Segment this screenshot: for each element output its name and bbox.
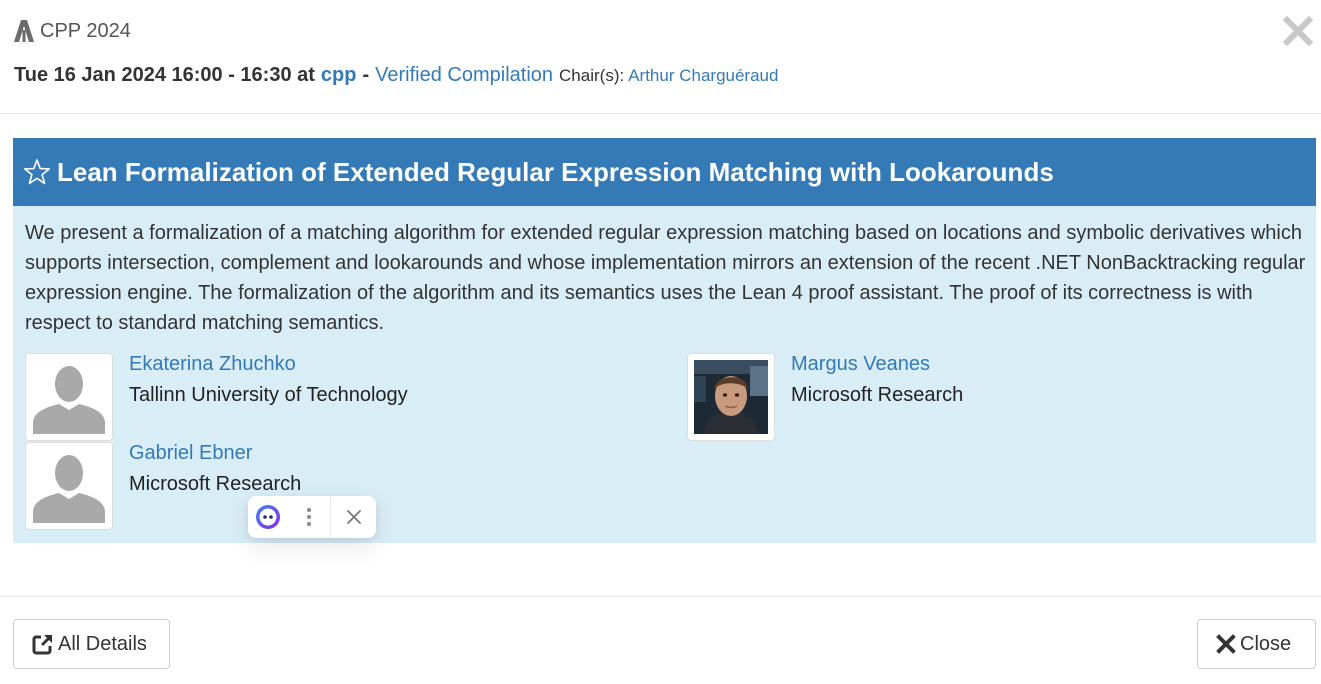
all-details-button[interactable]: All Details [13, 619, 170, 669]
person-silhouette-icon [32, 360, 106, 434]
talk-panel: Lean Formalization of Extended Regular E… [13, 138, 1316, 543]
dismiss-icon [346, 510, 361, 524]
assistant-button[interactable] [248, 496, 288, 538]
more-options-button[interactable] [288, 496, 330, 538]
session-info: Tue 16 Jan 2024 16:00 - 16:30 at cpp - V… [14, 64, 778, 87]
author-affiliation: Tallinn University of Technology [129, 384, 408, 406]
chair-link[interactable]: Arthur Charguéraud [628, 66, 778, 86]
author-name[interactable]: Ekaterina Zhuchko [129, 353, 296, 376]
author-affiliation: Microsoft Research [791, 384, 964, 406]
more-vertical-icon [307, 508, 311, 526]
person-silhouette-icon [32, 449, 106, 523]
floating-assistant-toolbar [248, 496, 376, 538]
author-name[interactable]: Margus Veanes [791, 353, 930, 376]
track-link[interactable]: cpp [321, 64, 357, 87]
assistant-face-icon [256, 505, 280, 529]
talk-heading: Lean Formalization of Extended Regular E… [13, 138, 1316, 206]
conference-label: CPP 2024 [12, 18, 131, 44]
chairs-label: Chair(s): [559, 66, 625, 85]
all-details-label: All Details [58, 632, 147, 655]
separator: - [362, 64, 370, 86]
author-card: Margus Veanes Microsoft Research [687, 353, 1247, 441]
session-time: Tue 16 Jan 2024 16:00 - 16:30 at [14, 64, 315, 86]
avatar [687, 353, 775, 441]
portrait-photo [694, 360, 768, 434]
external-link-icon [32, 635, 52, 655]
close-x-icon[interactable] [1283, 12, 1313, 48]
conference-logo-icon [14, 20, 34, 42]
star-outline-icon[interactable] [23, 158, 51, 186]
conference-name: CPP 2024 [40, 19, 131, 42]
talk-modal: CPP 2024 Tue 16 Jan 2024 16:00 - 16:30 a… [0, 0, 1321, 684]
talk-title: Lean Formalization of Extended Regular E… [57, 156, 1054, 187]
author-affiliation: Microsoft Research [129, 473, 302, 495]
avatar [25, 442, 113, 530]
dismiss-widget-button[interactable] [331, 496, 376, 538]
close-button[interactable]: Close [1197, 619, 1316, 669]
talk-abstract: We present a formalization of a matching… [25, 222, 1306, 334]
author-name[interactable]: Gabriel Ebner [129, 442, 252, 465]
modal-header: CPP 2024 Tue 16 Jan 2024 16:00 - 16:30 a… [0, 0, 1321, 114]
author-card: Ekaterina Zhuchko Tallinn University of … [25, 353, 585, 441]
modal-footer: All Details Close [0, 596, 1321, 684]
session-link[interactable]: Verified Compilation [375, 64, 553, 87]
close-label: Close [1240, 632, 1292, 655]
times-icon [1216, 634, 1236, 654]
avatar [25, 353, 113, 441]
